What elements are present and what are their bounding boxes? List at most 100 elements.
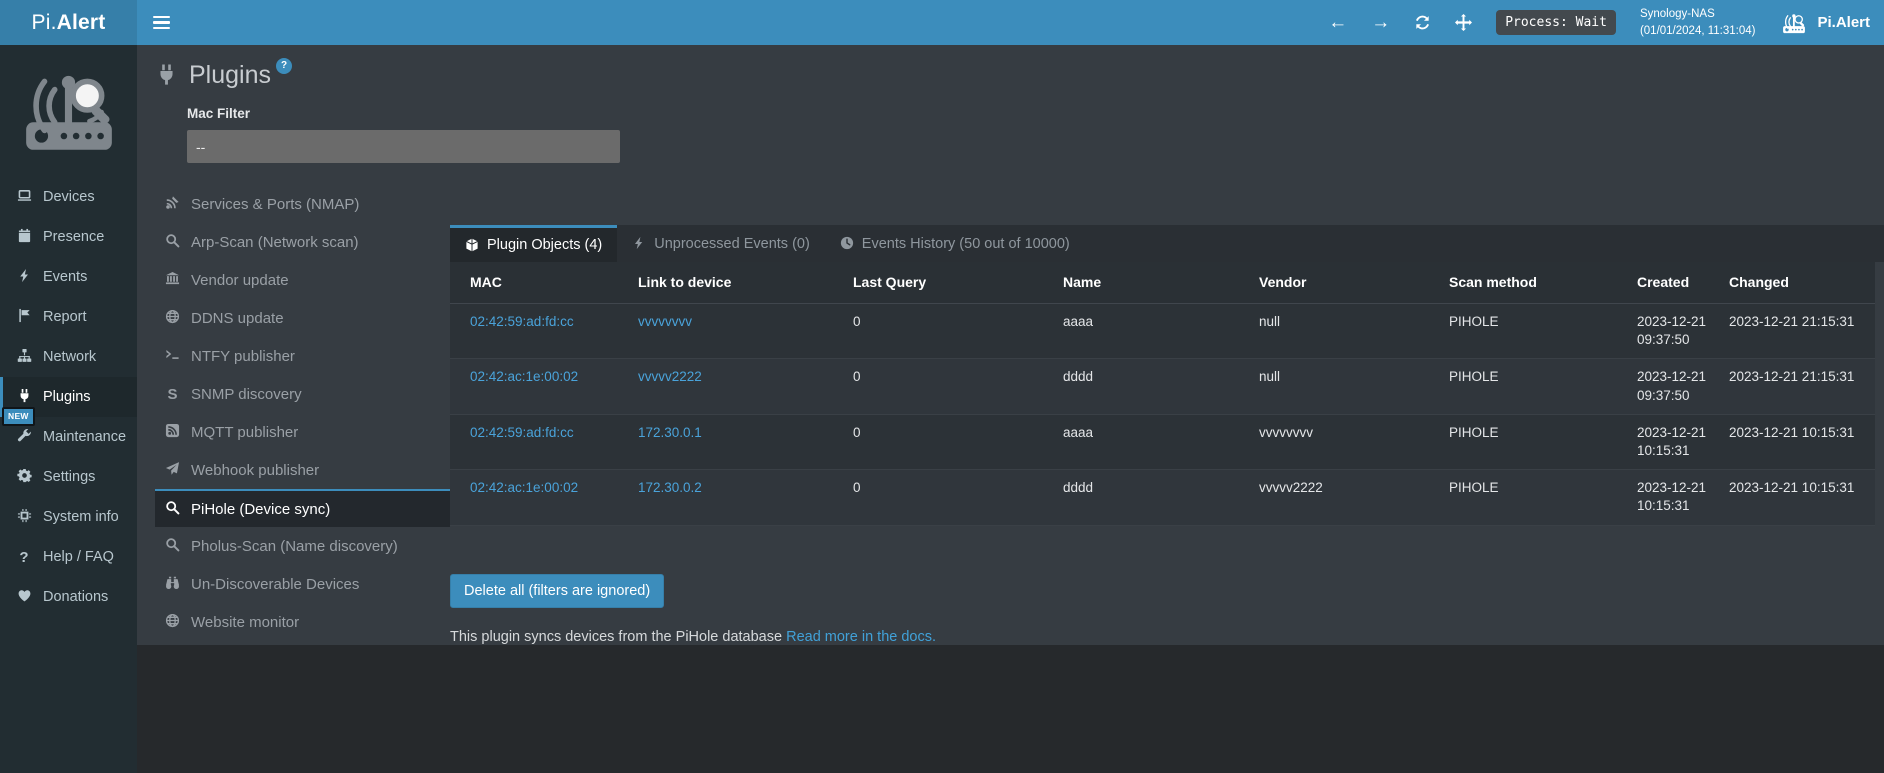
- sidebar-toggle-icon[interactable]: [149, 0, 187, 45]
- sidebar-item-devices[interactable]: Devices: [0, 177, 137, 217]
- sidebar-item-label: Plugins: [43, 389, 91, 405]
- device-link[interactable]: 172.30.0.1: [638, 425, 702, 440]
- page-title: Plugins: [189, 61, 271, 90]
- cell-scan-method: PIHOLE: [1439, 470, 1627, 506]
- bank-icon: [163, 271, 182, 288]
- forward-arrow-icon[interactable]: →: [1371, 13, 1390, 32]
- page-background: [137, 645, 1884, 773]
- cube-icon: [465, 237, 479, 253]
- content-columns: Services & Ports (NMAP) Arp-Scan (Network…: [137, 185, 1884, 645]
- device-link[interactable]: 172.30.0.2: [638, 480, 702, 495]
- column-header-changed: Changed: [1719, 262, 1875, 303]
- cell-link: vvvvv2222: [628, 359, 843, 395]
- new-badge: NEW: [2, 407, 35, 426]
- cell-created: 2023-12-21 10:15:31: [1627, 415, 1719, 469]
- question-icon: ?: [15, 549, 33, 566]
- stripe-s-icon: S: [163, 386, 182, 403]
- sidebar-item-settings[interactable]: Settings: [0, 457, 137, 497]
- microchip-icon: [15, 508, 33, 525]
- help-badge[interactable]: ?: [276, 58, 292, 74]
- table-row: 02:42:59:ad:fd:cc172.30.0.10aaaavvvvvvvv…: [450, 415, 1875, 470]
- sidebar-item-presence[interactable]: Presence: [0, 217, 137, 257]
- plugin-nav-label: MQTT publisher: [191, 424, 298, 441]
- cell-mac: 02:42:ac:1e:00:02: [450, 470, 628, 506]
- process-status-badge: Process: Wait: [1496, 10, 1616, 35]
- plugin-nav-item-snmp-discovery[interactable]: SSNMP discovery: [155, 375, 450, 413]
- cell-scan-method: PIHOLE: [1439, 415, 1627, 451]
- plugin-nav-item-website-monitor[interactable]: Website monitor: [155, 603, 450, 641]
- sidebar-item-system-info[interactable]: System info: [0, 497, 137, 537]
- plugin-nav-label: PiHole (Device sync): [191, 501, 330, 518]
- app-identity: Pi.Alert: [1779, 10, 1870, 36]
- cell-last-query: 0: [843, 415, 1053, 451]
- mac-filter-label: Mac Filter: [187, 106, 1884, 121]
- tab-events-history-50-out-of-10000[interactable]: Events History (50 out of 10000): [825, 225, 1085, 262]
- host-time: (01/01/2024, 11:31:04): [1640, 23, 1756, 40]
- table-header-row: MACLink to deviceLast QueryNameVendorSca…: [450, 262, 1875, 304]
- cell-name: dddd: [1053, 359, 1249, 395]
- plugin-nav-item-webhook-publisher[interactable]: Webhook publisher: [155, 451, 450, 489]
- cell-created: 2023-12-21 10:15:31: [1627, 470, 1719, 524]
- search-icon: [163, 500, 182, 517]
- plugin-nav-item-ntfy-publisher[interactable]: NTFY publisher: [155, 337, 450, 375]
- binoculars-icon: [163, 575, 182, 592]
- mac-link[interactable]: 02:42:ac:1e:00:02: [470, 480, 578, 495]
- refresh-icon[interactable]: [1414, 14, 1431, 31]
- mac-link[interactable]: 02:42:ac:1e:00:02: [470, 369, 578, 384]
- cell-link: vvvvvvvv: [628, 304, 843, 340]
- plugin-nav-item-pholus-scan-name-discovery[interactable]: Pholus-Scan (Name discovery): [155, 527, 450, 565]
- read-docs-link[interactable]: Read more in the docs.: [786, 629, 936, 645]
- plugin-description: This plugin syncs devices from the PiHol…: [450, 629, 1884, 645]
- cell-link: 172.30.0.1: [628, 415, 843, 451]
- mac-filter-input[interactable]: [187, 130, 620, 163]
- sidebar-item-donations[interactable]: Donations: [0, 577, 137, 617]
- plugin-description-text: This plugin syncs devices from the PiHol…: [450, 629, 782, 645]
- sidebar-item-events[interactable]: Events: [0, 257, 137, 297]
- sidebar-item-label: Maintenance: [43, 429, 126, 445]
- plugin-objects-table: MACLink to deviceLast QueryNameVendorSca…: [450, 262, 1875, 526]
- sitemap-icon: [15, 348, 33, 365]
- move-arrows-icon[interactable]: [1455, 14, 1472, 31]
- cell-mac: 02:42:59:ad:fd:cc: [450, 304, 628, 340]
- plugin-nav-item-services-ports-nmap[interactable]: Services & Ports (NMAP): [155, 185, 450, 223]
- tab-label: Plugin Objects (4): [487, 237, 602, 253]
- sidebar-item-label: Devices: [43, 189, 95, 205]
- cell-changed: 2023-12-21 10:15:31: [1719, 415, 1875, 451]
- plugin-nav-item-pihole-device-sync[interactable]: PiHole (Device sync): [155, 489, 450, 527]
- bolt-icon: [632, 236, 646, 252]
- cell-last-query: 0: [843, 359, 1053, 395]
- terminal-icon: [163, 347, 182, 364]
- brand-logo[interactable]: Pi.Alert: [0, 0, 137, 45]
- delete-all-button[interactable]: Delete all (filters are ignored): [450, 574, 664, 608]
- tab-unprocessed-events-0[interactable]: Unprocessed Events (0): [617, 225, 825, 262]
- plugin-nav-label: Vendor update: [191, 272, 289, 289]
- cell-changed: 2023-12-21 21:15:31: [1719, 359, 1875, 395]
- plug-icon: [15, 388, 33, 405]
- back-arrow-icon[interactable]: ←: [1328, 13, 1347, 32]
- plugin-nav-item-vendor-update[interactable]: Vendor update: [155, 261, 450, 299]
- sidebar-item-help-faq[interactable]: ?Help / FAQ: [0, 537, 137, 577]
- rss-square-icon: [163, 423, 182, 440]
- sidebar-item-label: Presence: [43, 229, 104, 245]
- device-link[interactable]: vvvvvvvv: [638, 314, 692, 329]
- plugin-nav-item-ddns-update[interactable]: DDNS update: [155, 299, 450, 337]
- plugin-tab-panel: Plugin Objects (4) Unprocessed Events (0)…: [450, 225, 1884, 645]
- column-header-name: Name: [1053, 262, 1249, 303]
- device-link[interactable]: vvvvv2222: [638, 369, 702, 384]
- sidebar-item-network[interactable]: Network: [0, 337, 137, 377]
- column-header-scan-method: Scan method: [1439, 262, 1627, 303]
- content-box: Plugins ? Mac Filter Services & Ports (N…: [137, 45, 1884, 645]
- plugin-nav-item-arp-scan-network-scan[interactable]: Arp-Scan (Network scan): [155, 223, 450, 261]
- plugin-nav-label: Arp-Scan (Network scan): [191, 234, 359, 251]
- cell-name: aaaa: [1053, 304, 1249, 340]
- cell-name: dddd: [1053, 470, 1249, 506]
- plugin-nav-item-un-discoverable-devices[interactable]: Un-Discoverable Devices: [155, 565, 450, 603]
- plugin-nav-item-mqtt-publisher[interactable]: MQTT publisher: [155, 413, 450, 451]
- sidebar-item-label: Network: [43, 349, 96, 365]
- mac-link[interactable]: 02:42:59:ad:fd:cc: [470, 425, 574, 440]
- tab-plugin-objects-4[interactable]: Plugin Objects (4): [450, 225, 617, 262]
- sidebar-item-label: Events: [43, 269, 87, 285]
- sidebar-item-report[interactable]: Report: [0, 297, 137, 337]
- mac-link[interactable]: 02:42:59:ad:fd:cc: [470, 314, 574, 329]
- sidebar-item-maintenance[interactable]: NEWMaintenance: [0, 417, 137, 457]
